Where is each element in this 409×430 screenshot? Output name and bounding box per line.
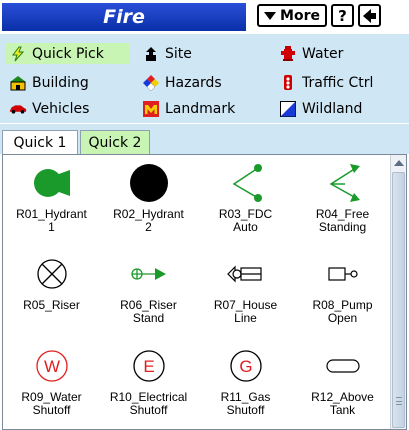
symbol-r05-riser[interactable]: R05_Riser <box>3 246 100 338</box>
lightning-icon <box>9 46 27 62</box>
black-circle-icon <box>100 163 197 203</box>
symbol-label: R04_Free Standing <box>315 207 370 234</box>
category-label: Hazards <box>165 74 222 91</box>
symbol-r09-water-shutoff[interactable]: W R09_Water Shutoff <box>3 338 100 429</box>
symbol-grid: R01_Hydrant 1 R02_Hydrant 2 R03_FDC Auto… <box>3 155 391 429</box>
electrical-shutoff-icon: E <box>100 346 197 386</box>
dropdown-arrow-icon <box>264 11 277 20</box>
category-hazards[interactable]: Hazards <box>138 72 263 93</box>
traffic-light-icon <box>279 75 297 91</box>
category-building[interactable]: Building <box>5 72 130 93</box>
above-tank-icon <box>294 346 391 386</box>
riser-stand-icon <box>100 254 197 294</box>
car-icon <box>9 101 27 117</box>
house-line-icon <box>197 254 294 294</box>
symbol-r06-riser-stand[interactable]: R06_Riser Stand <box>100 246 197 338</box>
symbol-r07-house-line[interactable]: R07_House Line <box>197 246 294 338</box>
symbol-label: R06_Riser Stand <box>120 298 177 325</box>
header-bar: Fire More ? <box>0 0 409 34</box>
symbol-r01-hydrant-1[interactable]: R01_Hydrant 1 <box>3 155 100 247</box>
shutoff-letter: E <box>143 357 154 376</box>
tab-quick-2[interactable]: Quick 2 <box>80 130 150 154</box>
landmark-icon <box>142 100 160 117</box>
more-button[interactable]: More <box>257 4 327 27</box>
help-button-label: ? <box>338 6 347 25</box>
page-title: Fire <box>103 6 145 28</box>
symbol-r12-above-tank[interactable]: R12_Above Tank <box>294 338 391 429</box>
symbol-label: R01_Hydrant 1 <box>16 207 87 234</box>
category-landmark[interactable]: Landmark <box>138 98 263 119</box>
back-arrow-icon <box>362 8 371 23</box>
symbol-label: R07_House Line <box>213 298 278 325</box>
building-icon <box>9 75 27 91</box>
hazard-diamond-icon <box>142 74 160 91</box>
symbol-r08-pump-open[interactable]: R08_Pump Open <box>294 246 391 338</box>
help-button[interactable]: ? <box>331 4 354 27</box>
category-label: Vehicles <box>32 100 90 117</box>
category-traffic-ctrl[interactable]: Traffic Ctrl <box>275 72 405 93</box>
chevron-up-icon <box>394 160 404 166</box>
scroll-up-button[interactable] <box>391 155 406 171</box>
site-marker-icon <box>142 46 160 62</box>
symbol-r04-free-standing[interactable]: R04_Free Standing <box>294 155 391 247</box>
symbol-palette: R01_Hydrant 1 R02_Hydrant 2 R03_FDC Auto… <box>2 154 407 430</box>
grip-icon <box>396 397 402 405</box>
category-label: Wildland <box>302 100 363 117</box>
riser-icon <box>3 254 100 294</box>
tab-bar: Quick 1 Quick 2 <box>0 123 409 154</box>
water-shutoff-icon: W <box>3 346 100 386</box>
category-site[interactable]: Site <box>138 43 258 64</box>
wildland-icon <box>279 100 297 117</box>
tab-quick-1[interactable]: Quick 1 <box>2 130 78 154</box>
fdc-auto-icon <box>197 163 294 203</box>
category-quick-pick[interactable]: Quick Pick <box>5 43 130 64</box>
symbol-r11-gas-shutoff[interactable]: G R11_Gas Shutoff <box>197 338 294 429</box>
symbol-label: R08_Pump Open <box>312 298 373 325</box>
green-hydrant-icon <box>3 163 100 203</box>
category-panel: Quick Pick Site Water Building Hazards T… <box>0 34 409 123</box>
category-label: Water <box>302 45 344 62</box>
symbol-r02-hydrant-2[interactable]: R02_Hydrant 2 <box>100 155 197 247</box>
shutoff-letter: G <box>239 357 252 376</box>
gas-shutoff-icon: G <box>197 346 294 386</box>
symbol-label: R12_Above Tank <box>311 390 374 417</box>
symbol-label: R11_Gas Shutoff <box>220 390 271 417</box>
more-button-label: More <box>280 7 320 24</box>
category-label: Landmark <box>165 100 236 117</box>
tab-label: Quick 1 <box>13 134 67 151</box>
category-wildland[interactable]: Wildland <box>275 98 400 119</box>
symbol-label: R10_Electrical Shutoff <box>109 390 188 417</box>
symbol-label: R09_Water Shutoff <box>21 390 82 417</box>
vertical-scrollbar[interactable] <box>390 155 406 429</box>
category-water[interactable]: Water <box>275 43 400 64</box>
tab-label: Quick 2 <box>88 134 142 151</box>
symbol-label: R03_FDC Auto <box>218 207 273 234</box>
category-label: Building <box>32 74 89 91</box>
hydrant-icon <box>279 46 297 62</box>
category-vehicles[interactable]: Vehicles <box>5 98 130 119</box>
back-button[interactable] <box>358 4 381 27</box>
scrollbar-thumb[interactable] <box>392 172 405 428</box>
symbol-label: R02_Hydrant 2 <box>113 207 184 234</box>
symbol-label: R05_Riser <box>23 298 80 312</box>
symbol-r10-electrical-shutoff[interactable]: E R10_Electrical Shutoff <box>100 338 197 429</box>
category-label: Traffic Ctrl <box>302 74 374 91</box>
pump-open-icon <box>294 254 391 294</box>
symbol-r03-fdc-auto[interactable]: R03_FDC Auto <box>197 155 294 247</box>
shutoff-letter: W <box>43 357 59 376</box>
category-label: Site <box>165 45 192 62</box>
fdc-free-standing-icon <box>294 163 391 203</box>
category-label: Quick Pick <box>32 45 104 62</box>
title-bar: Fire <box>2 3 246 31</box>
